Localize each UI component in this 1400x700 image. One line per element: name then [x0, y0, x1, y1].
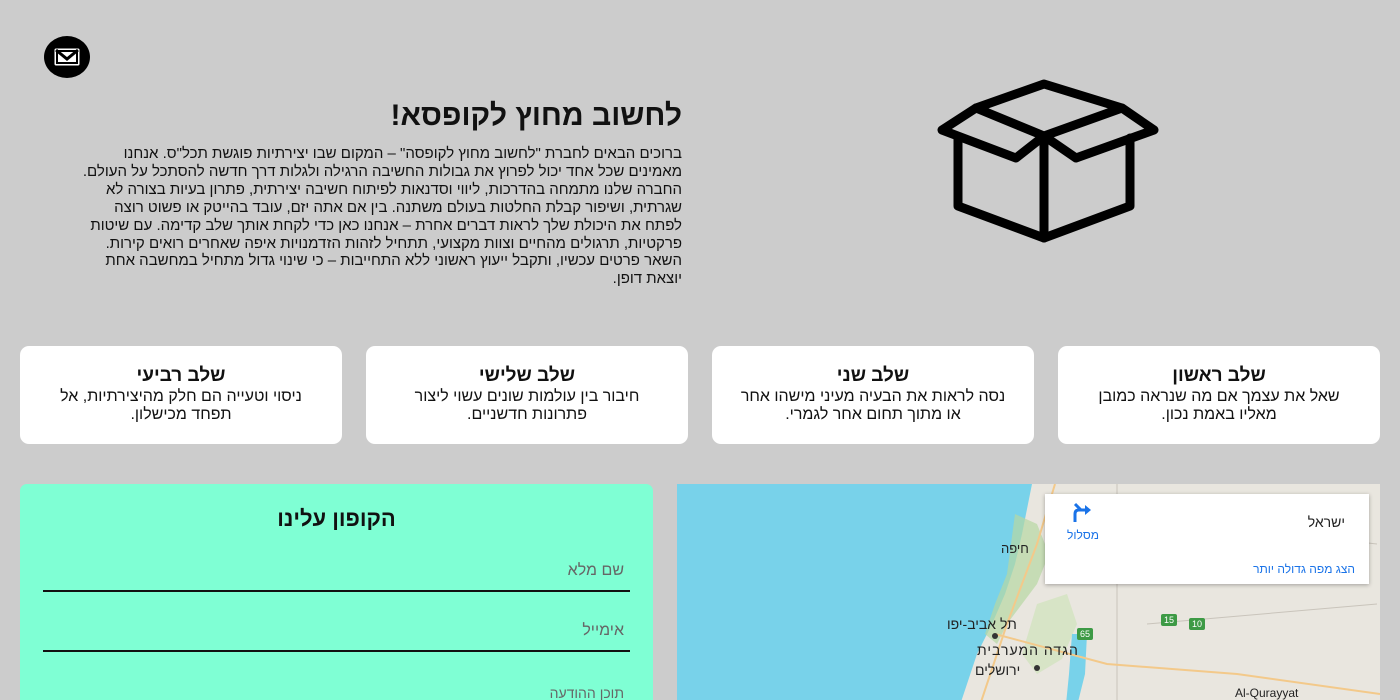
map-label-jerusalem: ירושלים: [975, 662, 1021, 678]
road-number-10: 10: [1192, 619, 1203, 629]
step-text: ניסוי וטעייה הם חלק מהיצירתיות, אל תפחד …: [60, 388, 302, 423]
map-label-al-qurayyat: Al-Qurayyat: [1235, 686, 1299, 700]
map-label-haifa: חיפה: [1001, 541, 1029, 556]
step-title: שלב שלישי: [478, 365, 576, 386]
step-card-4: שלב רביעי ניסוי וטעייה הם חלק מהיצירתיות…: [20, 346, 342, 444]
full-name-input[interactable]: [43, 560, 630, 592]
step-card-2: שלב שני נסה לראות את הבעיה מעיני מישהו א…: [712, 346, 1034, 444]
steps-section: שלב ראשון שאל את עצמך אם מה שנראה כמובן …: [20, 346, 1380, 444]
step-card-1: שלב ראשון שאל את עצמך אם מה שנראה כמובן …: [1058, 346, 1380, 444]
route-button[interactable]: מסלול: [1053, 502, 1113, 542]
step-text: נסה לראות את הבעיה מעיני מישהו אחר או מת…: [740, 388, 1006, 423]
step-text: חיבור בין עולמות שונים עשוי ליצור פתרונו…: [414, 388, 640, 423]
map-label-west-bank: הגדה המערבית: [977, 642, 1079, 658]
message-input[interactable]: [43, 682, 630, 700]
map-info-card: ישראל מסלול הצג מפה גדולה יותר: [1045, 494, 1369, 584]
road-number-65: 65: [1080, 629, 1091, 639]
step-card-3: שלב שלישי חיבור בין עולמות שונים עשוי לי…: [366, 346, 688, 444]
step-text: שאל את עצמך אם מה שנראה כמובן מאליו באמת…: [1098, 388, 1340, 423]
open-box-icon: [937, 79, 1159, 243]
mail-button[interactable]: [44, 36, 90, 78]
hero-description: ברוכים הבאים לחברת "לחשוב מחוץ לקופסה" –…: [82, 145, 682, 288]
road-number-15: 15: [1164, 615, 1175, 625]
envelope-icon: [54, 48, 80, 66]
map-embed[interactable]: חיפה תל אביב-יפו הגדה המערבית ירושלים Al…: [677, 484, 1380, 700]
step-title: שלב רביעי: [136, 365, 226, 386]
directions-icon: [1073, 502, 1091, 522]
step-title: שלב ראשון: [1172, 365, 1266, 386]
map-place-title: ישראל: [1307, 514, 1345, 530]
route-label: מסלול: [1067, 528, 1099, 542]
hero-title: לחשוב מחוץ לקופסא!: [390, 99, 683, 132]
step-title: שלב שני: [836, 365, 910, 386]
coupon-form: הקופון עלינו: [20, 484, 653, 700]
email-input[interactable]: [43, 620, 630, 652]
coupon-title: הקופון עלינו: [277, 506, 396, 531]
larger-map-link[interactable]: הצג מפה גדולה יותר: [1253, 562, 1355, 576]
map-label-tel-aviv: תל אביב-יפו: [947, 616, 1017, 632]
